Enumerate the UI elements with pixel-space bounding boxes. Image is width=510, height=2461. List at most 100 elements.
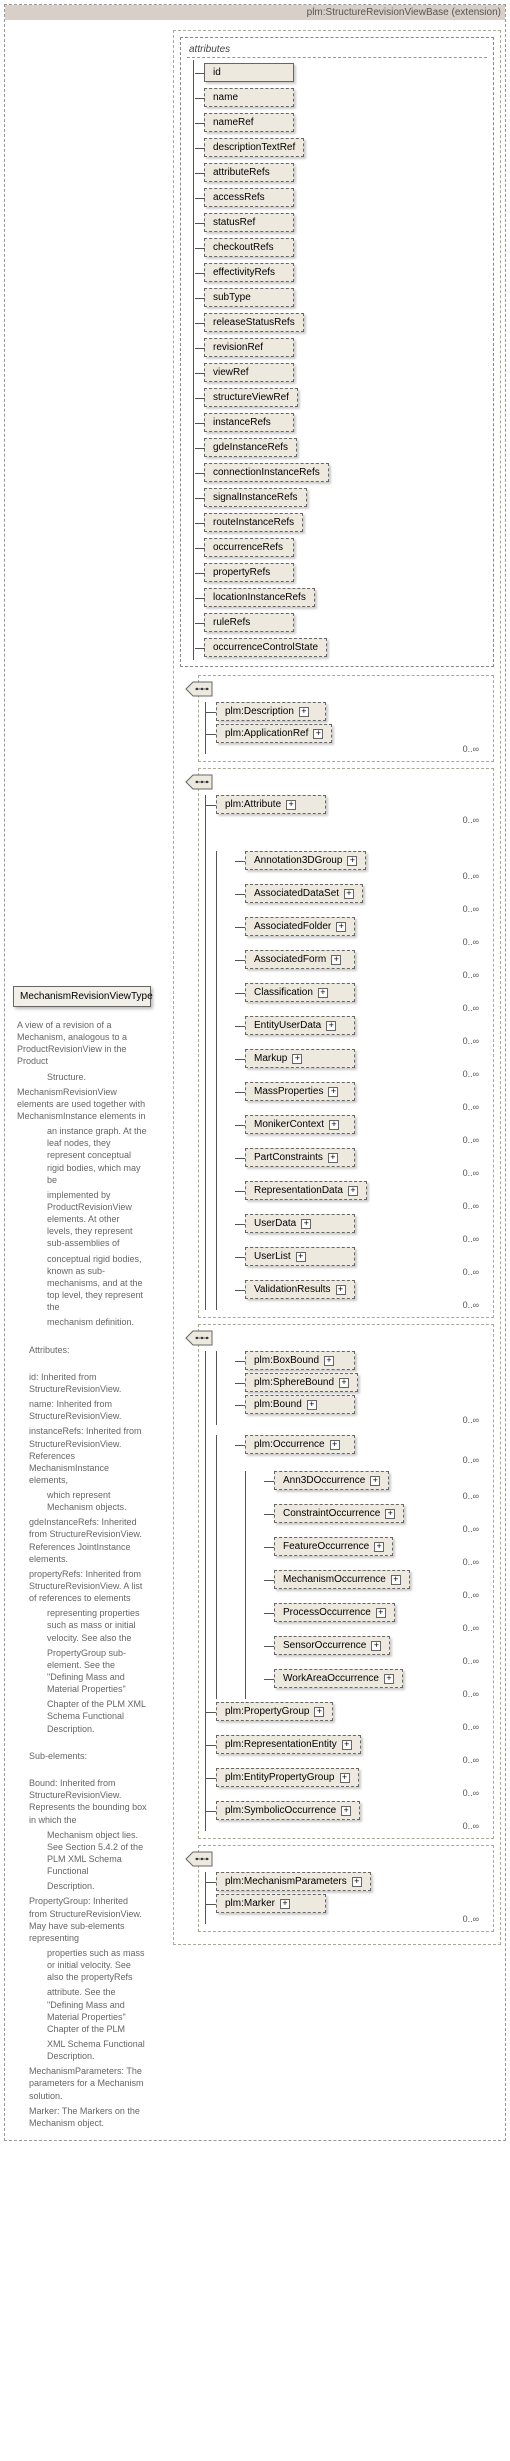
el-partconstraints: PartConstraints+ xyxy=(245,1148,355,1167)
expand-icon[interactable]: + xyxy=(296,1252,306,1262)
attr-occurrenceControlState: occurrenceControlState xyxy=(204,638,327,657)
el-monikercontext: MonikerContext+ xyxy=(245,1115,355,1134)
sequence-icon xyxy=(185,1850,213,1868)
seq-desc-appref: plm:Description+ plm:ApplicationRef+ 0..… xyxy=(198,675,494,762)
sequence-icon xyxy=(185,773,213,791)
expand-icon[interactable]: + xyxy=(370,1476,380,1486)
expand-icon[interactable]: + xyxy=(344,889,354,899)
el-entityuserdata: EntityUserData+ xyxy=(245,1016,355,1035)
el-associateddataset: AssociatedDataSet+ xyxy=(245,884,363,903)
expand-icon[interactable]: + xyxy=(384,1674,394,1684)
attr-viewRef: viewRef xyxy=(204,363,294,382)
attr-occurrenceRefs: occurrenceRefs xyxy=(204,538,294,557)
type-description: A view of a revision of a Mechanism, ana… xyxy=(13,1007,151,2129)
el-representationdata: RepresentationData+ xyxy=(245,1181,367,1200)
tree-column: attributes id name nameRef descriptionTe… xyxy=(151,26,501,1949)
expand-icon[interactable]: + xyxy=(391,1575,401,1585)
expand-icon[interactable]: + xyxy=(340,1773,350,1783)
expand-icon[interactable]: + xyxy=(336,1285,346,1295)
expand-icon[interactable]: + xyxy=(342,1740,352,1750)
seq-mechanism-marker: plm:MechanismParameters+ plm:Marker+0..∞ xyxy=(198,1845,494,1932)
attributes-group: attributes id name nameRef descriptionTe… xyxy=(180,37,494,667)
expand-icon[interactable]: + xyxy=(313,729,323,739)
expand-icon[interactable]: + xyxy=(299,707,309,717)
el-validationresults: ValidationResults+ xyxy=(245,1280,355,1299)
el-annotation3dgroup: Annotation3DGroup+ xyxy=(245,851,366,870)
el-spherebound: plm:SphereBound+ xyxy=(245,1373,358,1392)
expand-icon[interactable]: + xyxy=(329,1120,339,1130)
expand-icon[interactable]: + xyxy=(280,1899,290,1909)
attr-statusRef: statusRef xyxy=(204,213,294,232)
expand-icon[interactable]: + xyxy=(374,1542,384,1552)
el-associatedfolder: AssociatedFolder+ xyxy=(245,917,355,936)
expand-icon[interactable]: + xyxy=(330,1440,340,1450)
el-workareaoccurrence: WorkAreaOccurrence+ xyxy=(274,1669,403,1688)
expand-icon[interactable]: + xyxy=(286,800,296,810)
expand-icon[interactable]: + xyxy=(301,1219,311,1229)
expand-icon[interactable]: + xyxy=(331,955,341,965)
seq-attribute-choice: plm:Attribute+ 0..∞ Annotation3DGroup+0.… xyxy=(198,768,494,1318)
attr-effectivityRefs: effectivityRefs xyxy=(204,263,294,282)
extension-header: plm:StructureRevisionViewBase (extension… xyxy=(5,5,505,20)
extension-wrapper: plm:StructureRevisionViewBase (extension… xyxy=(4,4,506,2141)
expand-icon[interactable]: + xyxy=(328,1153,338,1163)
attr-gdeInstanceRefs: gdeInstanceRefs xyxy=(204,438,297,457)
el-attribute: plm:Attribute+ 0..∞ xyxy=(216,795,483,825)
attr-locationInstanceRefs: locationInstanceRefs xyxy=(204,588,315,607)
el-associatedform: AssociatedForm+ xyxy=(245,950,355,969)
attr-name: name xyxy=(204,88,294,107)
el-occurrence: plm:Occurrence+ xyxy=(245,1435,355,1454)
el-applicationref: plm:ApplicationRef+ 0..∞ xyxy=(216,724,483,754)
expand-icon[interactable]: + xyxy=(336,922,346,932)
expand-icon[interactable]: + xyxy=(348,1186,358,1196)
type-name-box: MechanismRevisionViewType xyxy=(13,986,151,1007)
el-mechanismparameters: plm:MechanismParameters+ xyxy=(216,1872,371,1891)
el-description: plm:Description+ xyxy=(216,702,483,721)
attr-subType: subType xyxy=(204,288,294,307)
el-marker: plm:Marker+ xyxy=(216,1894,326,1913)
el-constraintoccurrence: ConstraintOccurrence+ xyxy=(274,1504,404,1523)
el-entitypropertygroup: plm:EntityPropertyGroup+ xyxy=(216,1768,359,1787)
attributes-title: attributes xyxy=(187,42,487,58)
expand-icon[interactable]: + xyxy=(318,988,328,998)
el-ann3doccurrence: Ann3DOccurrence+ xyxy=(274,1471,389,1490)
el-classification: Classification+ xyxy=(245,983,355,1002)
expand-icon[interactable]: + xyxy=(339,1378,349,1388)
el-processoccurrence: ProcessOccurrence+ xyxy=(274,1603,395,1622)
attr-signalInstanceRefs: signalInstanceRefs xyxy=(204,488,307,507)
expand-icon[interactable]: + xyxy=(385,1509,395,1519)
attr-attributeRefs: attributeRefs xyxy=(204,163,294,182)
seq-main-content: plm:BoxBound+ plm:SphereBound+ plm:Bound… xyxy=(198,1324,494,1839)
attr-descriptionTextRef: descriptionTextRef xyxy=(204,138,304,157)
expand-icon[interactable]: + xyxy=(347,856,357,866)
el-bound: plm:Bound+ xyxy=(245,1395,355,1414)
expand-icon[interactable]: + xyxy=(292,1054,302,1064)
expand-icon[interactable]: + xyxy=(307,1400,317,1410)
el-representationentity: plm:RepresentationEntity+ xyxy=(216,1735,361,1754)
el-markup: Markup+ xyxy=(245,1049,355,1068)
expand-icon[interactable]: + xyxy=(341,1806,351,1816)
el-userdata: UserData+ xyxy=(245,1214,355,1233)
attr-instanceRefs: instanceRefs xyxy=(204,413,294,432)
expand-icon[interactable]: + xyxy=(324,1356,334,1366)
expand-icon[interactable]: + xyxy=(352,1877,362,1887)
el-sensoroccurrence: SensorOccurrence+ xyxy=(274,1636,390,1655)
el-symbolicoccurrence: plm:SymbolicOccurrence+ xyxy=(216,1801,360,1820)
attr-checkoutRefs: checkoutRefs xyxy=(204,238,294,257)
attr-revisionRef: revisionRef xyxy=(204,338,294,357)
attr-id: id xyxy=(204,63,294,82)
attr-accessRefs: accessRefs xyxy=(204,188,294,207)
expand-icon[interactable]: + xyxy=(376,1608,386,1618)
expand-icon[interactable]: + xyxy=(328,1087,338,1097)
sequence-icon xyxy=(185,680,213,698)
attr-propertyRefs: propertyRefs xyxy=(204,563,294,582)
expand-icon[interactable]: + xyxy=(326,1021,336,1031)
attr-routeInstanceRefs: routeInstanceRefs xyxy=(204,513,303,532)
expand-icon[interactable]: + xyxy=(371,1641,381,1651)
el-propertygroup: plm:PropertyGroup+ xyxy=(216,1702,333,1721)
main-row: MechanismRevisionViewType A view of a re… xyxy=(13,26,501,2132)
type-column: MechanismRevisionViewType A view of a re… xyxy=(13,26,151,2132)
expand-icon[interactable]: + xyxy=(314,1707,324,1717)
el-mechanismoccurrence: MechanismOccurrence+ xyxy=(274,1570,410,1589)
attr-releaseStatusRefs: releaseStatusRefs xyxy=(204,313,304,332)
